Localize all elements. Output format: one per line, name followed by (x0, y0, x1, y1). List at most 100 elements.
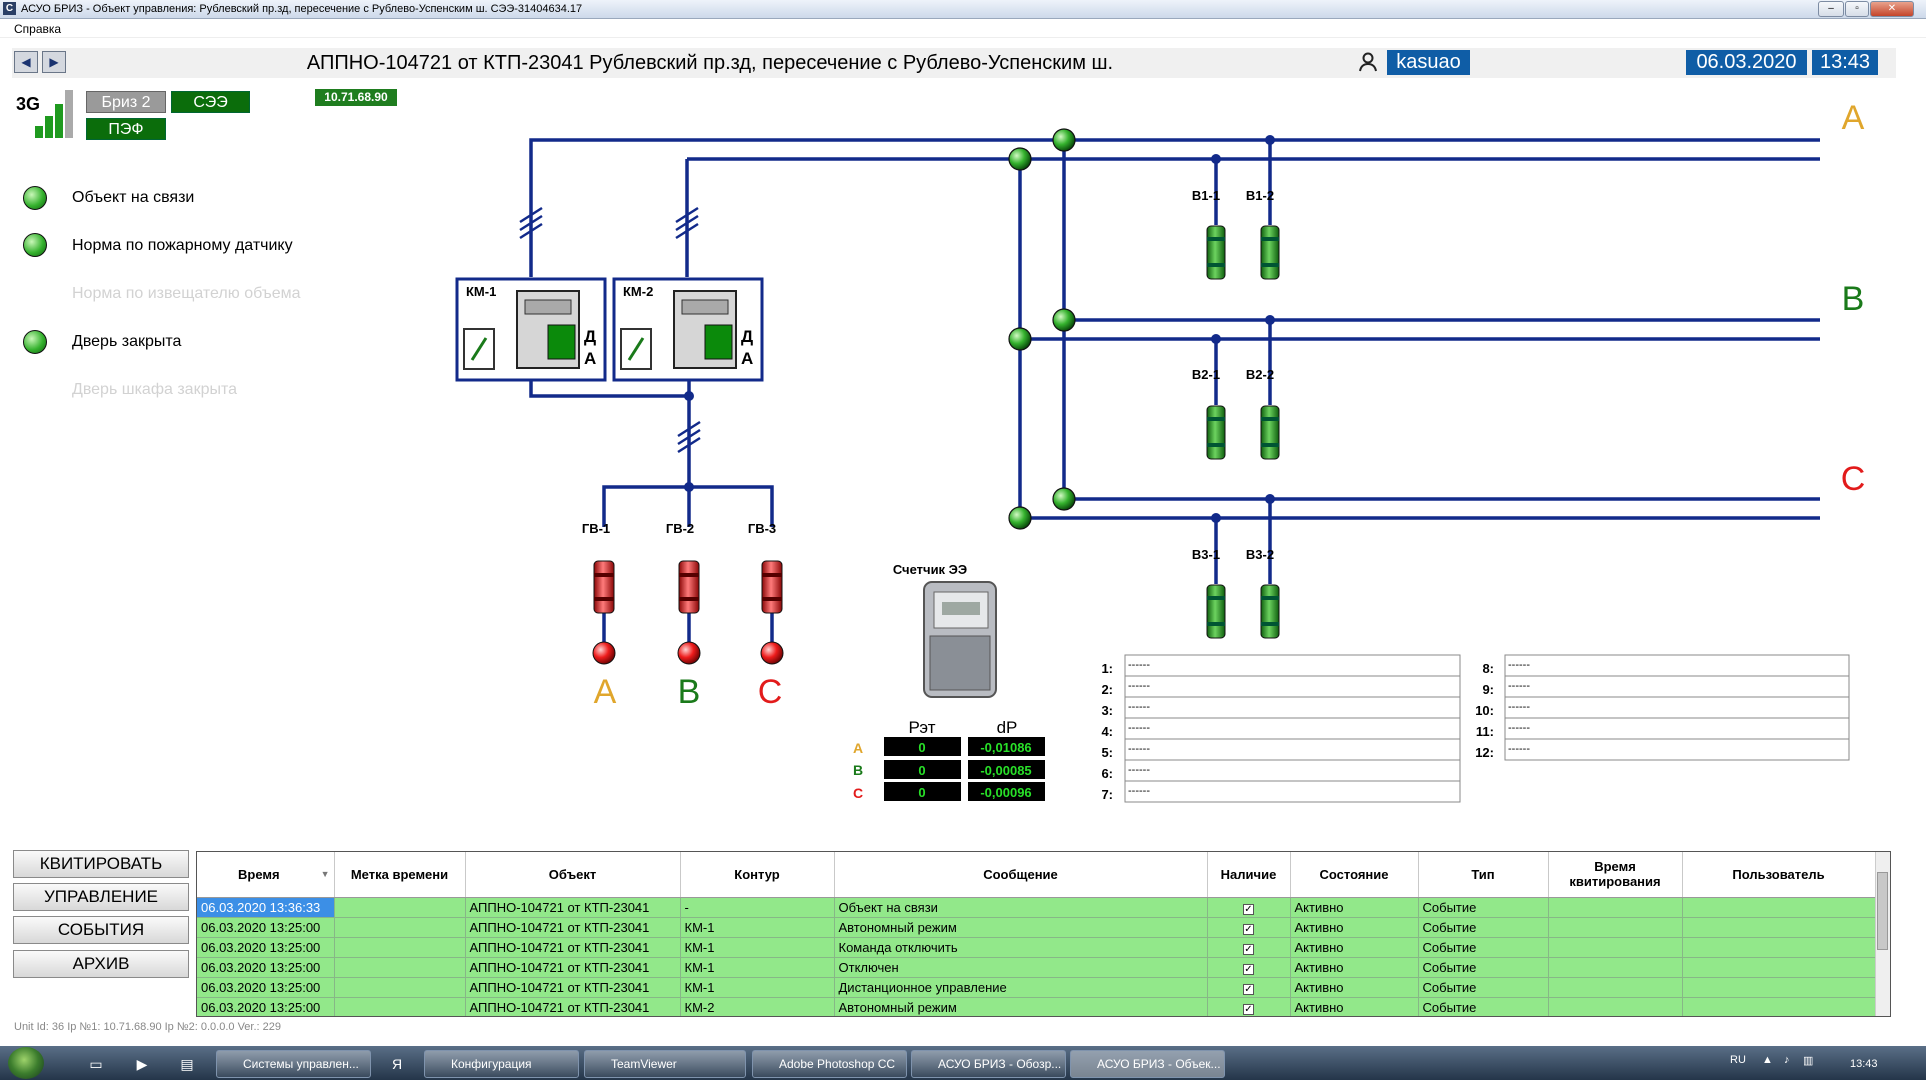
present-checkbox[interactable]: ✓ (1243, 943, 1254, 955)
channel-1-value: ------ (1128, 659, 1150, 671)
sort-arrow-icon: ▼ (320, 868, 330, 879)
col-timestamp[interactable]: Метка времени (334, 852, 466, 898)
language-indicator[interactable]: RU (1730, 1054, 1746, 1066)
events-table[interactable]: Время ▼ Метка времени Объект Контур Сооб… (196, 851, 1891, 1017)
status-line: Unit Id: 36 Ip №1: 10.71.68.90 Ip №2: 0.… (14, 1021, 282, 1033)
table-row[interactable]: 06.03.2020 13:36:33 АППНО-104721 от КТП-2… (197, 897, 1876, 918)
feeder-v2-1-label: В2-1 (1192, 367, 1220, 382)
channel-6-num: 6: (1101, 766, 1113, 781)
document-icon[interactable]: ▤ (170, 1050, 204, 1078)
channel-11-value: ------ (1508, 722, 1530, 734)
clock: 13:43 (1850, 1058, 1878, 1070)
feeder-fuses[interactable]: В1-1 В1-2 В2-1 В2-2 В3-1 В3-2 (1192, 188, 1280, 639)
bus-phase-b: B (1842, 280, 1865, 318)
meter-c-p: 0 (918, 785, 925, 800)
contactor-km-2-label: КМ-2 (623, 284, 653, 299)
meter-a-p: 0 (918, 740, 925, 755)
fuse-gv-3-label: ГВ-3 (748, 521, 776, 536)
table-row[interactable]: 06.03.2020 13:25:00 АППНО-104721 от КТП-2… (197, 997, 1876, 1016)
col-object[interactable]: Объект (465, 852, 681, 898)
channel-2-num: 2: (1101, 682, 1113, 697)
col-contour[interactable]: Контур (680, 852, 835, 898)
feeder-v1-1-label: В1-1 (1192, 188, 1220, 203)
meter-b-p: 0 (918, 763, 925, 778)
present-checkbox[interactable]: ✓ (1243, 983, 1254, 995)
channel-10-value: ------ (1508, 701, 1530, 713)
feeder-v3-1-label: В3-1 (1192, 547, 1220, 562)
present-checkbox[interactable]: ✓ (1243, 903, 1254, 915)
meter-row-a-phase: A (853, 740, 863, 756)
contactor-km-2-mode-d: Д (741, 327, 753, 346)
table-row[interactable]: 06.03.2020 13:25:00 АППНО-104721 от КТП-2… (197, 957, 1876, 978)
output-phase-labels: A B C (594, 673, 783, 711)
col-user[interactable]: Пользователь (1682, 852, 1876, 898)
output-phase-c: C (758, 673, 783, 711)
taskbar-item-control-systems[interactable]: Системы управлен... (216, 1050, 371, 1078)
bus-phase-a: A (1842, 99, 1865, 137)
taskbar-item-photoshop[interactable]: Adobe Photoshop CC (752, 1050, 907, 1078)
table-scrollbar-thumb[interactable] (1877, 872, 1888, 950)
col-message[interactable]: Сообщение (834, 852, 1208, 898)
control-button[interactable]: УПРАВЛЕНИЕ (13, 883, 189, 911)
events-button[interactable]: СОБЫТИЯ (13, 916, 189, 944)
channel-5-value: ------ (1128, 743, 1150, 755)
contactor-km-2[interactable]: КМ-2 Д А (612, 277, 764, 382)
channel-7-num: 7: (1101, 787, 1113, 802)
col-type[interactable]: Тип (1418, 852, 1549, 898)
table-row[interactable]: 06.03.2020 13:25:00 АППНО-104721 от КТП-2… (197, 917, 1876, 938)
output-phase-a: A (594, 673, 617, 711)
channel-7-value: ------ (1128, 785, 1150, 797)
volume-icon[interactable]: ♪ (1784, 1054, 1790, 1066)
network-icon[interactable]: ▥ (1803, 1054, 1813, 1067)
meter-row-c-phase: C (853, 785, 863, 801)
taskbar-item-configuration[interactable]: Конфигурация (424, 1050, 579, 1078)
col-ack-time[interactable]: Время квитирования (1548, 852, 1683, 898)
junction-dots (684, 135, 1275, 523)
channel-6-value: ------ (1128, 764, 1150, 776)
meter-col-p: Рэт (908, 718, 935, 737)
bus-lines (529, 138, 1820, 645)
meter-row-b-phase: B (853, 762, 863, 778)
fuse-gv-2-label: ГВ-2 (666, 521, 694, 536)
media-player-icon[interactable]: ▶ (125, 1050, 159, 1078)
meter-a-dp: -0,01086 (980, 740, 1031, 755)
taskbar-item-asuo-object[interactable]: АСУО БРИЗ - Объек... (1070, 1050, 1225, 1078)
app-icon-r[interactable]: Я (380, 1050, 414, 1078)
taskbar-item-teamviewer[interactable]: TeamViewer (584, 1050, 746, 1078)
channel-8-num: 8: (1482, 661, 1494, 676)
taskbar-item-asuo-overview[interactable]: АСУО БРИЗ - Обозр... (911, 1050, 1066, 1078)
col-present[interactable]: Наличие (1207, 852, 1291, 898)
meter-b-dp: -0,00085 (980, 763, 1031, 778)
table-row[interactable]: 06.03.2020 13:25:00 АППНО-104721 от КТП-2… (197, 937, 1876, 958)
channel-1-num: 1: (1101, 661, 1113, 676)
main-fuses[interactable]: ГВ-1 ГВ-2 ГВ-3 (582, 521, 784, 665)
channel-2-value: ------ (1128, 680, 1150, 692)
channel-11-num: 11: (1476, 724, 1494, 739)
energy-meter[interactable]: Счетчик ЭЭ (893, 562, 997, 698)
show-desktop-icon[interactable]: ▭ (79, 1050, 113, 1078)
present-checkbox[interactable]: ✓ (1243, 963, 1254, 975)
acknowledge-button[interactable]: КВИТИРОВАТЬ (13, 850, 189, 878)
contactor-km-1-label: КМ-1 (466, 284, 496, 299)
col-state[interactable]: Состояние (1290, 852, 1419, 898)
tray-arrow-icon[interactable]: ▲ (1762, 1054, 1773, 1066)
meter-col-dp: dP (997, 718, 1018, 737)
present-checkbox[interactable]: ✓ (1243, 923, 1254, 935)
channel-4-value: ------ (1128, 722, 1150, 734)
contactor-km-1-mode-a: А (584, 349, 596, 368)
feeder-v2-2-label: В2-2 (1246, 367, 1274, 382)
meter-c-dp: -0,00096 (980, 785, 1031, 800)
present-checkbox[interactable]: ✓ (1243, 1003, 1254, 1015)
channel-5-num: 5: (1101, 745, 1113, 760)
channel-12-num: 12: (1475, 745, 1494, 760)
contactor-km-1[interactable]: КМ-1 Д А (455, 277, 607, 382)
col-time[interactable]: Время ▼ (197, 852, 335, 898)
channel-10-num: 10: (1475, 703, 1494, 718)
start-button[interactable] (8, 1047, 44, 1079)
channel-9-value: ------ (1508, 680, 1530, 692)
archive-button[interactable]: АРХИВ (13, 950, 189, 978)
channels-panel: 1: 2: 3: 4: 5: 6: 7: 8: 9: 10: 11: 12: ------ -----… (1101, 654, 1850, 803)
fuse-gv-1-label: ГВ-1 (582, 521, 610, 536)
table-row[interactable]: 06.03.2020 13:25:00 АППНО-104721 от КТП-2… (197, 977, 1876, 998)
contactor-km-1-mode-d: Д (584, 327, 596, 346)
